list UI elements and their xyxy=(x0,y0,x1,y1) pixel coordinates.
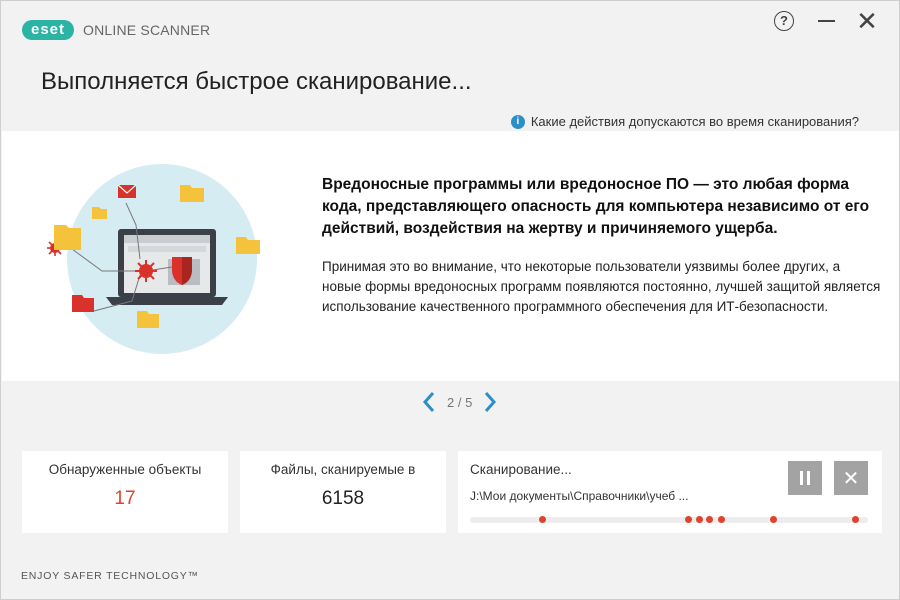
detected-objects-label: Обнаруженные объекты xyxy=(48,462,202,477)
stop-icon: ✕ xyxy=(842,467,860,490)
scan-status-label: Сканирование... xyxy=(470,462,572,477)
scan-actions-info-link[interactable]: i Какие действия допускаются во время ск… xyxy=(510,114,859,129)
slide-text: Вредоносные программы или вредоносное ПО… xyxy=(322,174,882,317)
slide-headline: Вредоносные программы или вредоносное ПО… xyxy=(322,176,870,237)
detection-timeline xyxy=(470,516,868,523)
pause-icon xyxy=(800,471,803,485)
app-window: eset ONLINE SCANNER ? ✕ Выполняется быст… xyxy=(0,0,900,600)
scanned-files-count: 6158 xyxy=(321,488,365,509)
info-icon: i xyxy=(510,114,525,129)
stop-scan-button[interactable]: ✕ xyxy=(834,461,868,495)
page-title: Выполняется быстрое сканирование... xyxy=(41,68,472,95)
detection-marker xyxy=(706,516,713,523)
detection-marker xyxy=(696,516,703,523)
detection-marker xyxy=(539,516,546,523)
footer-slogan: ENJOY SAFER TECHNOLOGY™ xyxy=(21,570,199,582)
detection-marker xyxy=(685,516,692,523)
help-button[interactable]: ? xyxy=(770,9,798,33)
product-name: ONLINE SCANNER xyxy=(83,22,211,38)
slide-counter: 2 / 5 xyxy=(447,394,473,410)
detection-marker xyxy=(852,516,859,523)
previous-slide-button[interactable] xyxy=(419,390,439,414)
eset-logo: eset xyxy=(22,20,74,40)
info-link-text: Какие действия допускаются во время скан… xyxy=(530,114,859,129)
current-scan-path: J:\Мои документы\Справочники\учеб ... xyxy=(470,489,689,503)
titlebar: eset ONLINE SCANNER ? ✕ xyxy=(1,1,899,45)
slide-paragraph: Принимая это во внимание, что некоторые … xyxy=(322,259,881,314)
scanned-files-label: Файлы, сканируемые в xyxy=(270,462,416,477)
detection-marker xyxy=(770,516,777,523)
minimize-button[interactable] xyxy=(812,9,840,33)
next-slide-button[interactable] xyxy=(480,390,500,414)
chevron-left-icon xyxy=(422,392,435,412)
detection-marker xyxy=(718,516,725,523)
close-button[interactable]: ✕ xyxy=(853,6,881,36)
scanned-files-card: Файлы, сканируемые в 6158 xyxy=(240,451,446,533)
slide-pager: 2 / 5 xyxy=(419,390,500,414)
detected-objects-count: 17 xyxy=(114,488,136,509)
help-icon: ? xyxy=(774,11,794,31)
minimize-icon xyxy=(817,20,835,22)
detected-objects-card: Обнаруженные объекты 17 xyxy=(22,451,228,533)
pause-scan-button[interactable] xyxy=(788,461,822,495)
malware-illustration xyxy=(47,164,260,354)
close-icon: ✕ xyxy=(856,6,878,36)
info-slide: Вредоносные программы или вредоносное ПО… xyxy=(2,131,899,381)
scan-progress-card: Сканирование... J:\Мои документы\Справоч… xyxy=(458,451,882,533)
chevron-right-icon xyxy=(485,392,497,412)
